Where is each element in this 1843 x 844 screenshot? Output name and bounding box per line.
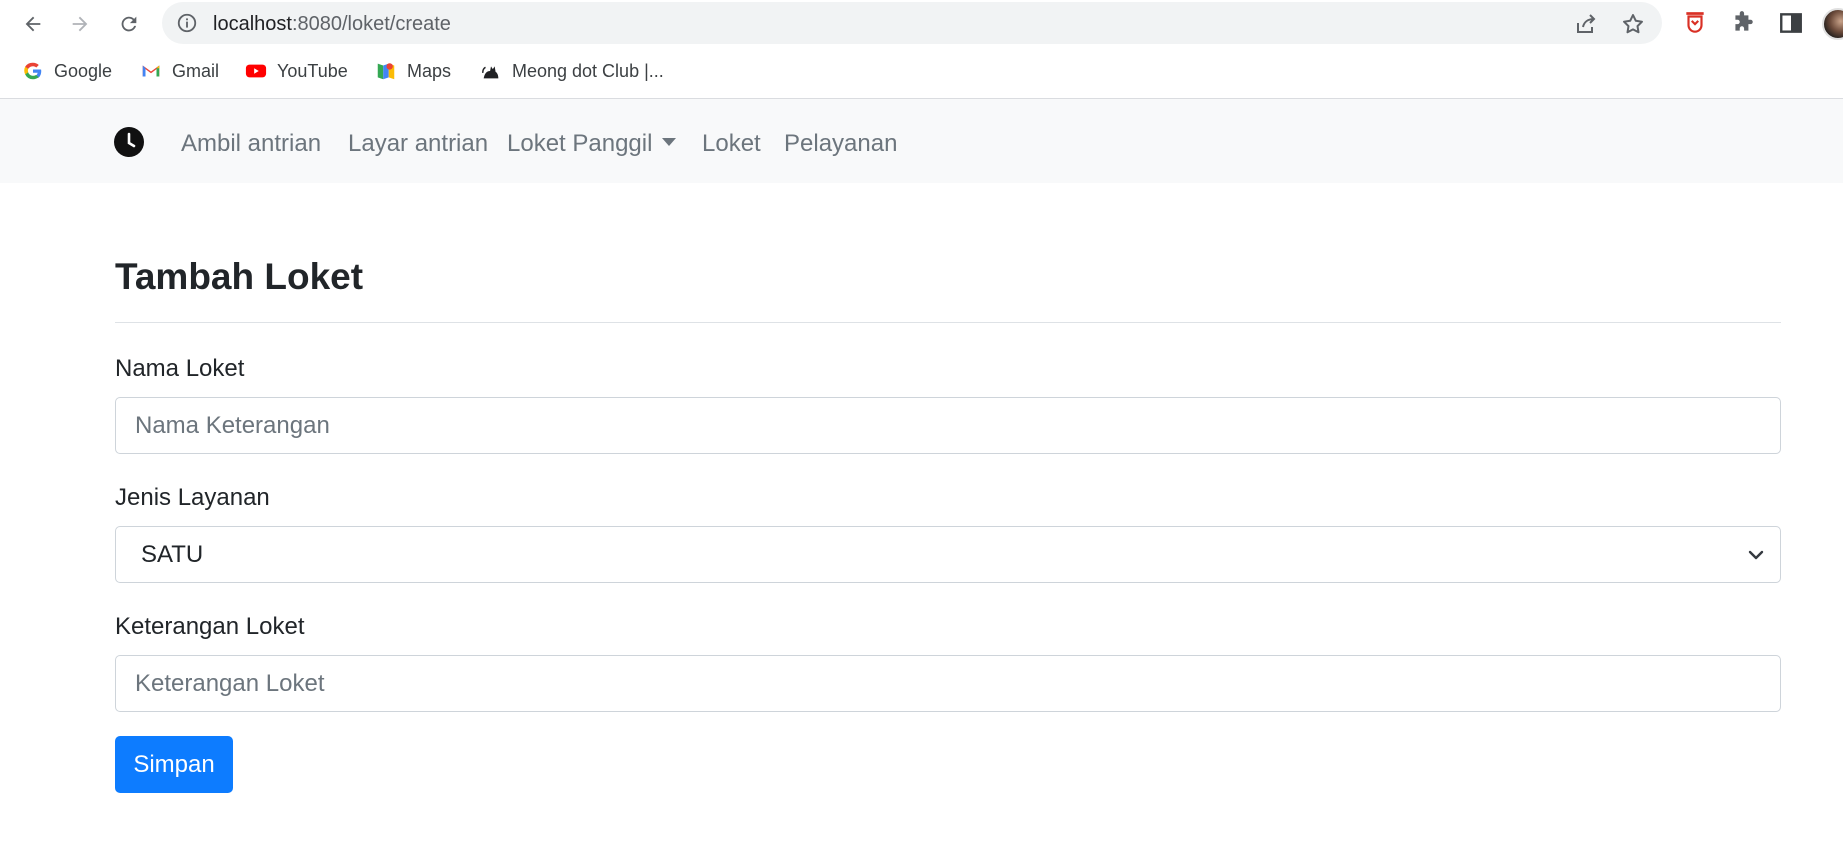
url-path: :8080/loket/create [291,13,451,35]
extension-shield-icon[interactable] [1682,10,1708,36]
gmail-icon [142,65,160,77]
keterangan-loket-label: Keterangan Loket [115,613,305,640]
nav-loket[interactable]: Loket [702,130,761,158]
simpan-button[interactable]: Simpan [115,736,233,793]
reload-button[interactable] [113,8,145,40]
star-icon[interactable] [1621,12,1645,36]
nav-loket-panggil-dropdown[interactable]: Loket Panggil [507,130,677,158]
url-text[interactable]: localhost:8080/loket/create [213,13,451,36]
side-panel-icon[interactable] [1778,10,1804,36]
nama-loket-label: Nama Loket [115,355,245,382]
nama-loket-input[interactable] [115,397,1781,454]
cat-icon [482,66,499,79]
bookmark-google[interactable]: Google [22,56,112,86]
bookmark-label: Meong dot Club |... [512,60,664,81]
bookmark-label: Gmail [172,60,220,81]
jenis-layanan-selected: SATU [141,540,204,568]
url-host: localhost [213,13,292,35]
keterangan-loket-input[interactable] [115,655,1781,712]
forward-arrow-icon [72,16,88,32]
nav-ambil-antrian[interactable]: Ambil antrian [181,130,321,158]
google-icon [24,62,42,80]
bookmark-maps[interactable]: Maps [375,56,451,86]
browser-chrome: localhost:8080/loket/create Google Gmail… [0,0,1843,99]
reload-icon [121,16,137,32]
nav-loket-panggil-label: Loket Panggil [507,130,653,157]
maps-icon [377,63,395,80]
extensions-puzzle-icon[interactable] [1730,10,1756,36]
bookmark-label: Google [54,60,113,81]
title-divider [115,322,1781,323]
bookmark-youtube[interactable]: YouTube [245,56,348,86]
nav-pelayanan[interactable]: Pelayanan [784,130,897,158]
youtube-icon [245,64,267,78]
caret-down-icon [662,138,677,146]
back-arrow-icon [25,16,41,32]
nav-layar-antrian[interactable]: Layar antrian [348,130,488,158]
forward-button[interactable] [64,8,96,40]
back-button[interactable] [17,8,49,40]
share-icon[interactable] [1574,12,1598,36]
bookmark-label: YouTube [277,60,348,81]
page-title: Tambah Loket [115,256,364,297]
jenis-layanan-select[interactable]: SATU [115,526,1781,583]
chevron-down-icon [1748,550,1764,560]
address-bar[interactable]: localhost:8080/loket/create [162,2,1662,44]
bookmark-meong[interactable]: Meong dot Club |... [480,56,664,86]
info-icon[interactable] [176,12,198,34]
bookmark-label: Maps [407,60,452,81]
profile-avatar[interactable] [1822,8,1843,40]
jenis-layanan-label: Jenis Layanan [115,484,270,511]
bookmarks-bar: Google Gmail YouTube Maps Meong dot Club… [0,56,1843,86]
browser-toolbar: localhost:8080/loket/create [0,0,1843,47]
bookmark-gmail[interactable]: Gmail [140,56,219,86]
clock-icon[interactable] [114,127,144,157]
